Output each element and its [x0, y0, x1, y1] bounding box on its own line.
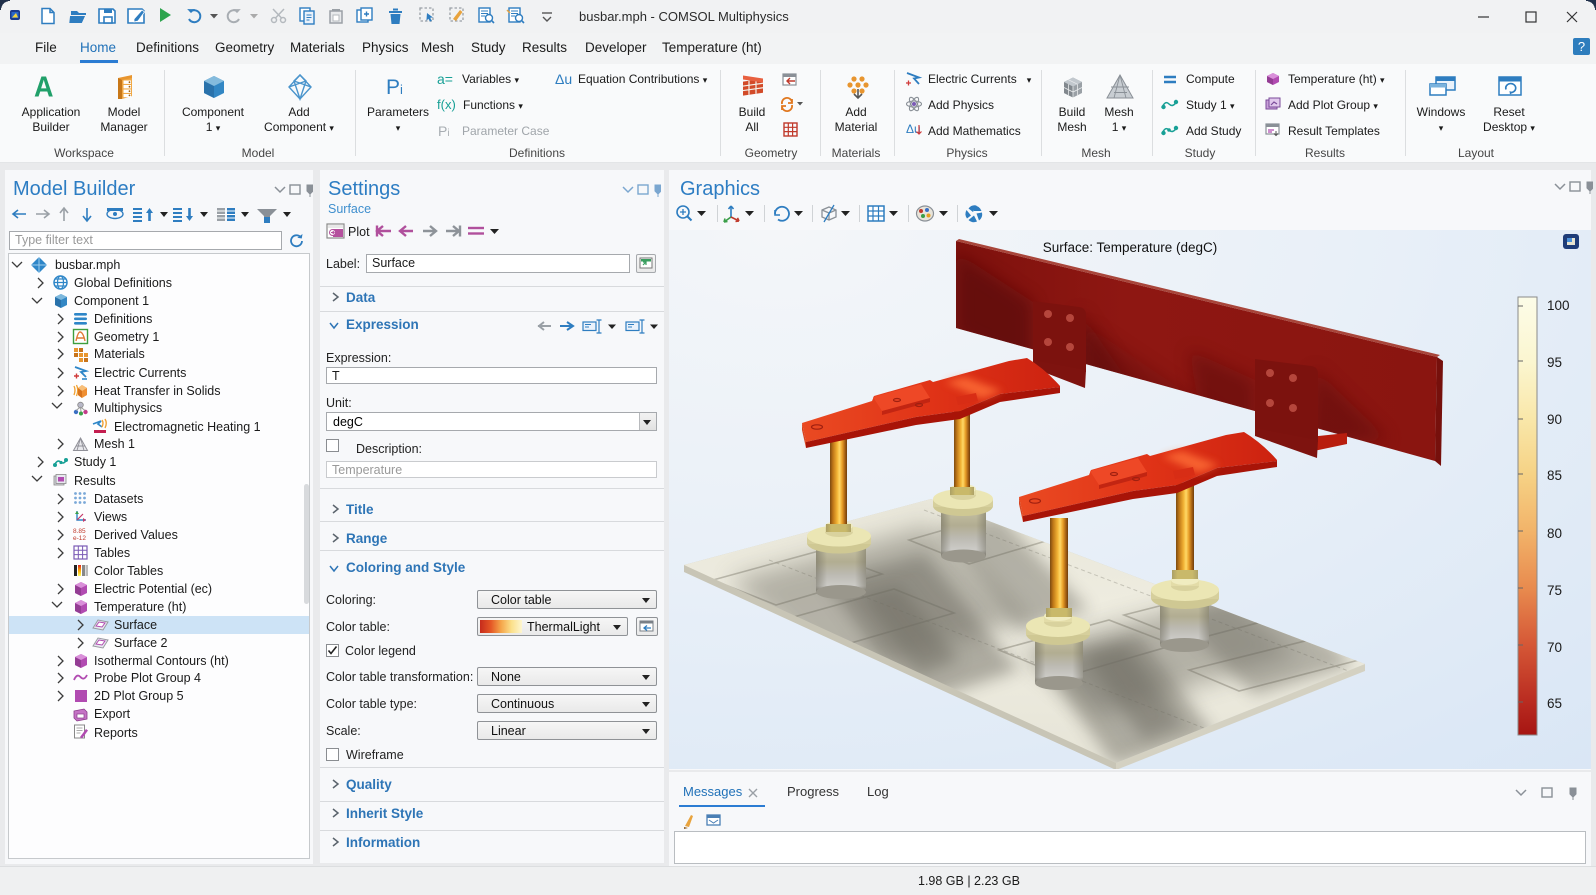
svg-text:Definitions: Definitions — [94, 312, 152, 326]
svg-text:Tables: Tables — [94, 546, 130, 560]
svg-text:e-12: e-12 — [73, 535, 86, 542]
svg-text:Multiphysics: Multiphysics — [94, 401, 162, 415]
svg-text:Isothermal Contours (ht): Isothermal Contours (ht) — [94, 654, 229, 668]
svg-text:80: 80 — [1547, 526, 1562, 541]
svg-text:Surface: Surface — [114, 618, 157, 632]
svg-text:2D Plot Group 5: 2D Plot Group 5 — [94, 689, 184, 703]
svg-text:Electromagnetic Heating 1: Electromagnetic Heating 1 — [114, 420, 261, 434]
svg-text:Study 1: Study 1 — [74, 455, 116, 469]
svg-text:75: 75 — [1547, 583, 1562, 598]
svg-text:Heat Transfer in Solids: Heat Transfer in Solids — [94, 384, 220, 398]
svg-text:8.85: 8.85 — [73, 528, 86, 535]
svg-text:Component 1: Component 1 — [74, 294, 149, 308]
svg-text:Materials: Materials — [94, 347, 145, 361]
svg-text:70: 70 — [1547, 640, 1562, 655]
svg-text:90: 90 — [1547, 412, 1562, 427]
svg-text:Electric Currents: Electric Currents — [94, 366, 186, 380]
svg-text:Datasets: Datasets — [94, 492, 143, 506]
svg-text:Surface: Temperature (degC): Surface: Temperature (degC) — [1043, 240, 1218, 255]
svg-text:Results: Results — [74, 474, 116, 488]
svg-text:Plot: Plot — [348, 225, 370, 239]
svg-text:Electric Potential (ec): Electric Potential (ec) — [94, 582, 212, 596]
svg-text:Temperature (ht): Temperature (ht) — [94, 600, 186, 614]
svg-text:Views: Views — [94, 510, 127, 524]
svg-text:65: 65 — [1547, 696, 1562, 711]
svg-text:Reports: Reports — [94, 726, 138, 740]
svg-text:Global Definitions: Global Definitions — [74, 276, 172, 290]
svg-text:Color Tables: Color Tables — [94, 564, 163, 578]
svg-text:Geometry 1: Geometry 1 — [94, 330, 159, 344]
svg-text:100: 100 — [1547, 298, 1570, 313]
svg-text:Surface 2: Surface 2 — [114, 636, 168, 650]
svg-text:busbar.mph: busbar.mph — [55, 258, 120, 272]
svg-text:Mesh 1: Mesh 1 — [94, 437, 135, 451]
svg-text:Derived Values: Derived Values — [94, 528, 178, 542]
svg-text:Export: Export — [94, 707, 131, 721]
svg-text:85: 85 — [1547, 468, 1562, 483]
svg-text:Probe Plot Group 4: Probe Plot Group 4 — [94, 671, 201, 685]
svg-text:95: 95 — [1547, 355, 1562, 370]
